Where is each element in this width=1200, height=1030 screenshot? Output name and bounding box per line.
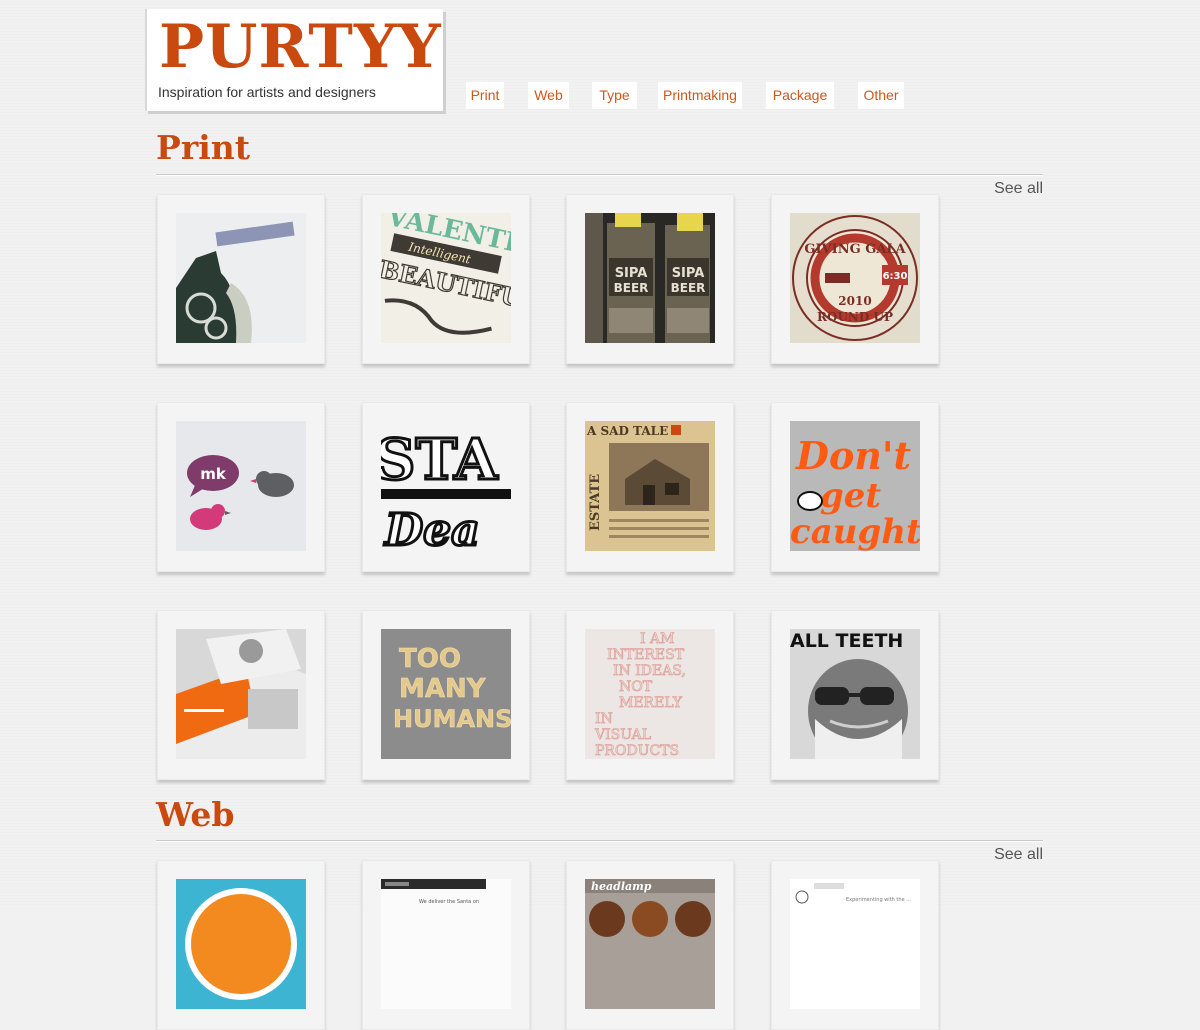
thumb-web-headlamp: headlamp: [585, 879, 715, 1009]
gallery-card[interactable]: [157, 860, 325, 1030]
logo-tagline: Inspiration for artists and designers: [158, 84, 376, 100]
svg-text:IN: IN: [595, 711, 613, 727]
gallery-card[interactable]: [157, 610, 325, 780]
section-title-web: Web: [156, 795, 235, 834]
svg-text:2010: 2010: [838, 294, 871, 308]
svg-text:caught: caught: [790, 512, 920, 551]
svg-text:MANY: MANY: [399, 674, 487, 704]
svg-text:SIPA: SIPA: [615, 266, 648, 281]
thumb-print-too-many-humans: TOO MANY HUMANS: [381, 629, 511, 759]
gallery-card[interactable]: A SAD TALE ESTATE: [566, 402, 734, 572]
gallery-card[interactable]: SIPA BEER SIPA BEER: [566, 194, 734, 364]
nav-item-print[interactable]: Print: [466, 82, 504, 109]
thumb-print-ribbon-bottle: [176, 213, 306, 343]
thumb-print-sad-tale: A SAD TALE ESTATE: [585, 421, 715, 551]
svg-text:HUMANS: HUMANS: [393, 705, 511, 733]
svg-text:We deliver the Santa on: We deliver the Santa on: [419, 899, 479, 905]
gallery-card[interactable]: VALENTI Intelligent BEAUTIFUL: [362, 194, 530, 364]
thumb-web-circle: [176, 879, 306, 1009]
svg-text:I AM: I AM: [640, 631, 674, 647]
svg-text:BEER: BEER: [614, 281, 649, 295]
svg-text:MERELY: MERELY: [619, 695, 683, 711]
nav-item-other[interactable]: Other: [858, 82, 904, 109]
thumb-print-valentine-type: VALENTI Intelligent BEAUTIFUL: [381, 213, 511, 343]
gallery-card[interactable]: I AM INTEREST IN IDEAS, NOT MERELY IN VI…: [566, 610, 734, 780]
nav-item-package[interactable]: Package: [766, 82, 834, 109]
svg-text:NOT: NOT: [619, 679, 653, 695]
see-all-print-link[interactable]: See all: [994, 180, 1043, 198]
thumb-print-all-teeth: ALL TEETH: [790, 629, 920, 759]
svg-text:IN IDEAS,: IN IDEAS,: [613, 663, 686, 679]
gallery-card[interactable]: mk: [157, 402, 325, 572]
thumb-print-giving-gala: GIVING GALA 2010 ROUND UP 6:30: [790, 213, 920, 343]
gallery-card[interactable]: [157, 194, 325, 364]
thumb-print-orange-cards: [176, 629, 306, 759]
svg-text:headlamp: headlamp: [591, 880, 652, 893]
svg-text:STA: STA: [381, 427, 499, 493]
gallery-card[interactable]: We deliver the Santa on: [362, 860, 530, 1030]
gallery-card[interactable]: TOO MANY HUMANS: [362, 610, 530, 780]
svg-text:mk: mk: [200, 465, 227, 483]
nav-item-printmaking[interactable]: Printmaking: [658, 82, 742, 109]
svg-text:PRODUCTS: PRODUCTS: [595, 743, 679, 759]
gallery-card[interactable]: ALL TEETH: [771, 610, 939, 780]
svg-text:INTEREST: INTEREST: [607, 647, 685, 663]
svg-text:SIPA: SIPA: [672, 266, 705, 281]
svg-text:GIVING GALA: GIVING GALA: [804, 242, 906, 257]
svg-text:A SAD TALE: A SAD TALE: [586, 424, 668, 438]
svg-text:Experimenting with the ...: Experimenting with the ...: [846, 897, 911, 903]
svg-text:BEER: BEER: [671, 281, 706, 295]
see-all-web-link[interactable]: See all: [994, 846, 1043, 864]
section-divider: [156, 840, 1043, 841]
svg-text:ESTATE: ESTATE: [588, 474, 603, 531]
gallery-card[interactable]: Don't get caught: [771, 402, 939, 572]
section-divider: [156, 174, 1043, 175]
svg-text:get: get: [820, 476, 881, 516]
svg-text:ROUND UP: ROUND UP: [817, 310, 893, 324]
svg-text:6:30: 6:30: [883, 271, 908, 282]
svg-text:Don't: Don't: [795, 433, 912, 478]
gallery-card[interactable]: Experimenting with the ...: [771, 860, 939, 1030]
logo-title: PURTYY: [159, 12, 442, 82]
svg-text:VISUAL: VISUAL: [594, 727, 651, 743]
thumb-web-dark-header: We deliver the Santa on: [381, 879, 511, 1009]
thumb-print-mk-birds: mk: [176, 421, 306, 551]
nav-item-web[interactable]: Web: [528, 82, 569, 109]
gallery-card[interactable]: headlamp: [566, 860, 734, 1030]
thumb-print-sta-lettering: STA Dea: [381, 421, 511, 551]
svg-text:Dea: Dea: [383, 505, 480, 551]
gallery-card[interactable]: STA Dea: [362, 402, 530, 572]
site-logo[interactable]: PURTYY Inspiration for artists and desig…: [145, 9, 443, 111]
section-title-print: Print: [156, 128, 250, 167]
svg-text:ALL TEETH: ALL TEETH: [790, 630, 903, 652]
gallery-card[interactable]: GIVING GALA 2010 ROUND UP 6:30: [771, 194, 939, 364]
thumb-print-interest-ideas: I AM INTEREST IN IDEAS, NOT MERELY IN VI…: [585, 629, 715, 759]
svg-text:TOO: TOO: [399, 644, 461, 674]
thumb-web-experimenting: Experimenting with the ...: [790, 879, 920, 1009]
thumb-print-dont-get-caught: Don't get caught: [790, 421, 920, 551]
thumb-print-sipa-beer: SIPA BEER SIPA BEER: [585, 213, 715, 343]
nav-item-type[interactable]: Type: [592, 82, 637, 109]
